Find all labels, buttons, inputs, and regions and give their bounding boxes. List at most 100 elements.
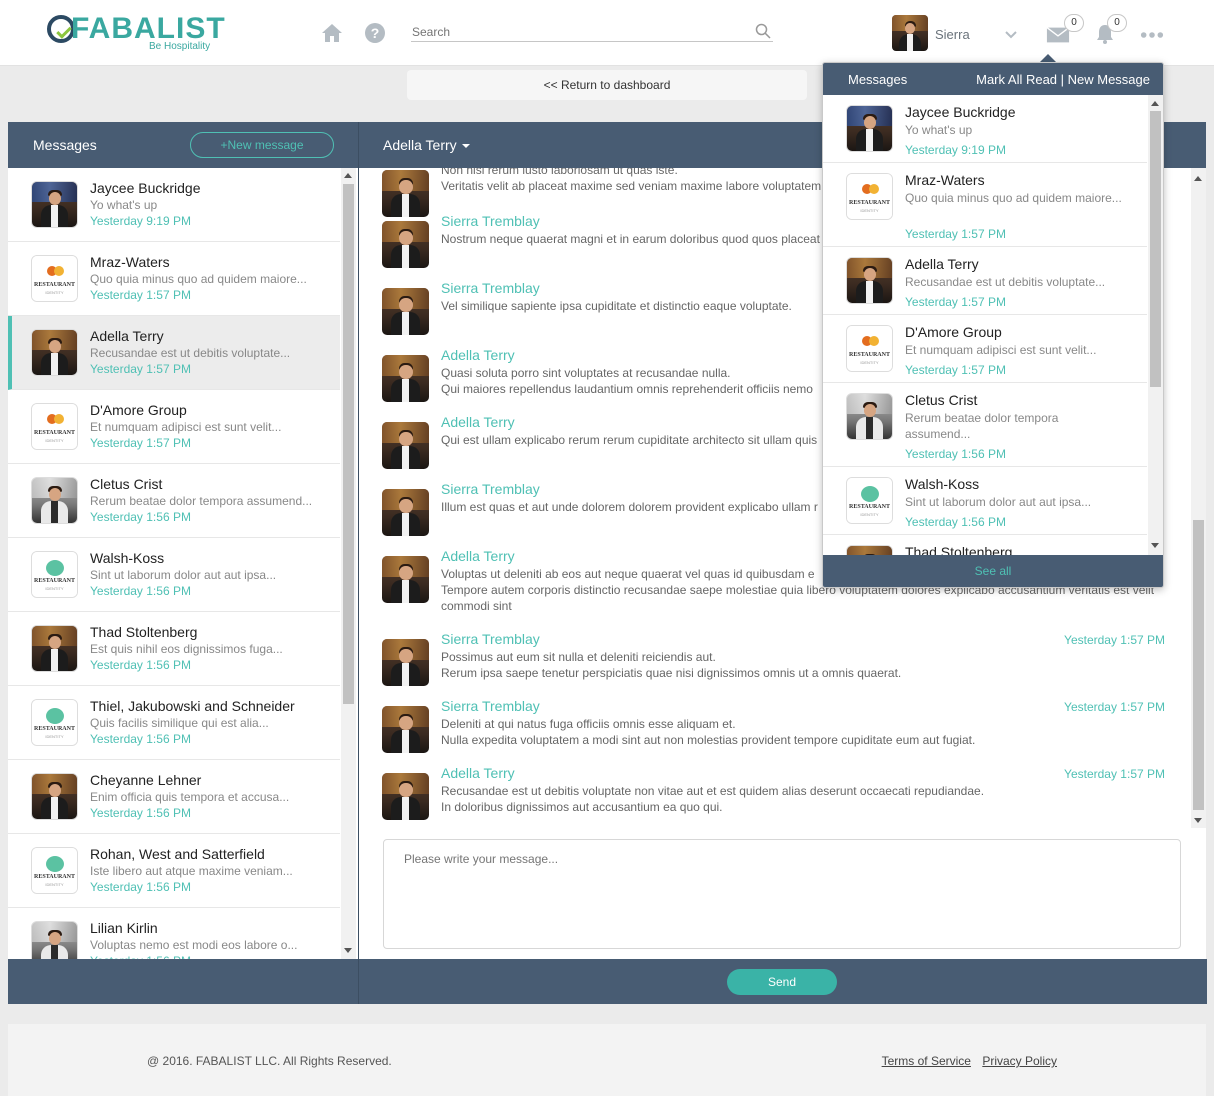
conversation-list-item[interactable]: Lilian Kirlin Voluptas nemo est modi eos …: [8, 908, 340, 959]
search-icon[interactable]: [755, 23, 771, 44]
dropdown-message-item[interactable]: Cletus Crist Rerum beatae dolor tempora a…: [823, 383, 1147, 467]
return-to-dashboard-button[interactable]: << Return to dashboard: [407, 70, 807, 100]
scroll-down-arrow-icon[interactable]: [1151, 543, 1159, 548]
new-message-button[interactable]: +New message: [190, 132, 334, 158]
message-text: Deleniti at qui natus fuga officiis omni…: [441, 717, 736, 731]
restaurant-green-logo-icon: RESTAURANT IDENTITY: [31, 847, 78, 894]
see-all-link[interactable]: See all: [823, 555, 1163, 587]
dropdown-message-item[interactable]: RESTAURANT IDENTITY Mraz-Waters Quo quia mi…: [823, 163, 1147, 247]
user-name[interactable]: Sierra: [935, 27, 970, 42]
message-preview: Quis facilis similique qui est alia...: [90, 716, 269, 730]
sender-name[interactable]: Adella Terry: [441, 414, 515, 430]
message-timestamp: Yesterday 1:56 PM: [905, 447, 1006, 461]
message-timestamp: Yesterday 1:56 PM: [90, 880, 191, 894]
search-bar: [411, 22, 773, 42]
conversation-footer: Send: [359, 959, 1207, 1004]
scrollbar-thumb[interactable]: [1150, 111, 1161, 387]
person-icon: [31, 329, 78, 376]
logo-tagline: Be Hospitality: [149, 41, 211, 52]
scrollbar-thumb[interactable]: [1193, 520, 1204, 810]
sender-name[interactable]: Sierra Tremblay: [441, 481, 540, 497]
message-timestamp: Yesterday 1:57 PM: [1064, 767, 1165, 781]
person-light-icon: [31, 477, 78, 524]
sender-avatar: [382, 706, 429, 753]
privacy-policy-link[interactable]: Privacy Policy: [982, 1054, 1057, 1068]
conversation-list-item[interactable]: Adella Terry Recusandae est ut debitis vo…: [8, 316, 340, 390]
copyright-text: @ 2016. FABALIST LLC. All Rights Reserve…: [147, 1054, 392, 1068]
page-footer: @ 2016. FABALIST LLC. All Rights Reserve…: [8, 1024, 1206, 1096]
dropdown-message-item[interactable]: Jaycee Buckridge Yo what's up Yesterday 9:…: [823, 95, 1147, 163]
conversation-list-title: Messages: [33, 137, 97, 153]
fabalist-logo[interactable]: FABALIST Be Hospitality: [47, 12, 225, 54]
mark-read-new-message-links[interactable]: Mark All Read | New Message: [976, 72, 1150, 87]
conversation-list-item[interactable]: RESTAURANT IDENTITY Thiel, Jakubowski and …: [8, 686, 340, 760]
contact-name: Jaycee Buckridge: [90, 180, 201, 196]
search-input[interactable]: [411, 22, 741, 42]
top-navbar: FABALIST Be Hospitality ? Sierra 0 0: [0, 0, 1214, 66]
conversation-list-item[interactable]: Jaycee Buckridge Yo what's up Yesterday 9:…: [8, 168, 340, 242]
scrollbar-thumb[interactable]: [343, 184, 354, 704]
message-timestamp: Yesterday 9:19 PM: [905, 143, 1006, 157]
sender-name[interactable]: Adella Terry: [441, 548, 515, 564]
conversation-list-item[interactable]: RESTAURANT IDENTITY Walsh-Koss Sint ut labo…: [8, 538, 340, 612]
help-icon[interactable]: ?: [363, 22, 387, 44]
scroll-down-arrow-icon[interactable]: [1194, 818, 1202, 823]
dropdown-message-item[interactable]: RESTAURANT IDENTITY D'Amore Group Et numqua…: [823, 315, 1147, 383]
scroll-up-arrow-icon[interactable]: [344, 173, 352, 178]
sender-name[interactable]: Sierra Tremblay: [441, 213, 540, 229]
terms-of-service-link[interactable]: Terms of Service: [882, 1054, 971, 1068]
sender-avatar: [382, 773, 429, 820]
sender-name[interactable]: Adella Terry: [441, 347, 515, 363]
send-button[interactable]: Send: [727, 969, 837, 995]
message-text: In doloribus dignissimos aut accusantium…: [441, 800, 723, 814]
sender-name[interactable]: Sierra Tremblay: [441, 698, 540, 714]
message-preview: Est quis nihil eos dignissimos fuga...: [90, 642, 283, 656]
dropdown-message-item[interactable]: Adella Terry Recusandae est ut debitis vo…: [823, 247, 1147, 315]
message-timestamp: Yesterday 1:57 PM: [90, 288, 191, 302]
more-options-icon[interactable]: [1140, 24, 1164, 46]
message-preview: Iste libero aut atque maxime veniam...: [90, 864, 293, 878]
sender-name[interactable]: Adella Terry: [441, 765, 515, 781]
message-preview: Sint ut laborum dolor aut aut ipsa...: [905, 495, 1092, 509]
conversation-list-scrollbar[interactable]: [341, 168, 356, 959]
conversation-list-item[interactable]: RESTAURANT IDENTITY Mraz-Waters Quo quia mi…: [8, 242, 340, 316]
user-avatar[interactable]: [892, 15, 928, 51]
scroll-up-arrow-icon[interactable]: [1151, 101, 1159, 106]
conversation-list-item[interactable]: RESTAURANT IDENTITY Rohan, West and Satter…: [8, 834, 340, 908]
contact-name: Thad Stoltenberg: [905, 544, 1013, 555]
contact-name: Cletus Crist: [90, 476, 163, 492]
conversation-list-item[interactable]: RESTAURANT IDENTITY D'Amore Group Et numqua…: [8, 390, 340, 464]
sender-name[interactable]: Sierra Tremblay: [441, 280, 540, 296]
person-light-icon: [31, 921, 78, 959]
caret-down-icon: [461, 144, 470, 149]
message-input[interactable]: [384, 840, 1180, 948]
scroll-down-arrow-icon[interactable]: [344, 948, 352, 953]
conversation-title: Adella Terry: [383, 137, 457, 153]
message-text: Possimus aut eum sit nulla et deleniti r…: [441, 650, 716, 664]
scroll-up-arrow-icon[interactable]: [1194, 176, 1202, 181]
message-text: Nulla expedita voluptatem a modi sint au…: [441, 733, 976, 747]
dropdown-message-item[interactable]: Thad Stoltenberg: [823, 535, 1147, 555]
conversation-list-item[interactable]: Thad Stoltenberg Est quis nihil eos digni…: [8, 612, 340, 686]
message-preview: Voluptas nemo est modi eos labore o...: [90, 938, 298, 952]
messages-dropdown-scrollbar[interactable]: [1148, 95, 1163, 555]
conversation-list-item[interactable]: Cletus Crist Rerum beatae dolor tempora a…: [8, 464, 340, 538]
message-preview: Et numquam adipisci est sunt velit...: [905, 343, 1097, 357]
messages-badge: 0: [1064, 14, 1084, 32]
chevron-down-icon[interactable]: [1004, 27, 1018, 45]
sender-name[interactable]: Sierra Tremblay: [441, 631, 540, 647]
restaurant-green-logo-icon: RESTAURANT IDENTITY: [846, 477, 893, 524]
conversation-list-item[interactable]: Cheyanne Lehner Enim officia quis tempora…: [8, 760, 340, 834]
person-icon: [846, 545, 893, 555]
dropdown-message-item[interactable]: RESTAURANT IDENTITY Walsh-Koss Sint ut labo…: [823, 467, 1147, 535]
contact-name: Cheyanne Lehner: [90, 772, 202, 788]
contact-name: Jaycee Buckridge: [905, 104, 1016, 120]
message-preview: Rerum beatae dolor tempora assumend...: [90, 494, 313, 508]
person-icon: [846, 257, 893, 304]
message-timestamp: Yesterday 1:57 PM: [90, 436, 191, 450]
message-thread-scrollbar[interactable]: [1191, 168, 1206, 828]
home-icon[interactable]: [320, 22, 344, 44]
conversation-title-dropdown[interactable]: Adella Terry: [383, 137, 470, 153]
restaurant-logo-icon: RESTAURANT IDENTITY: [31, 255, 78, 302]
message-preview: Quo quia minus quo ad quidem maiore...: [90, 272, 307, 286]
